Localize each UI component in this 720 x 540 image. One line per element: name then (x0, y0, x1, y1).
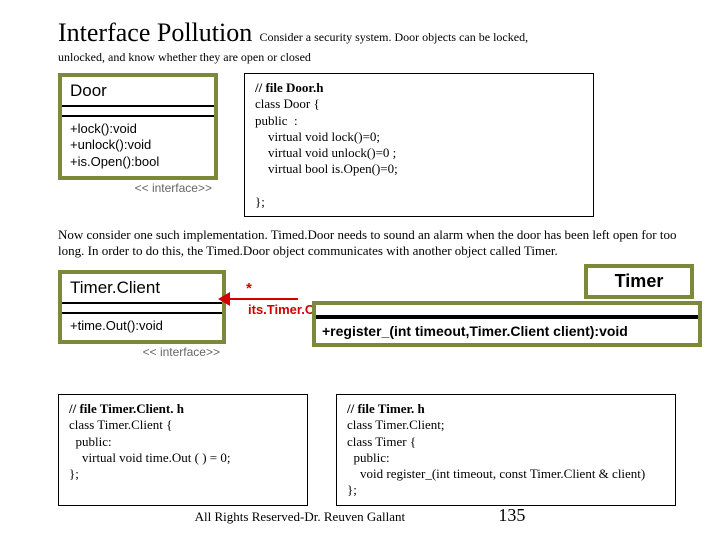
heading-block: Interface Pollution Consider a security … (58, 18, 682, 65)
uml-door-stereotype: << interface>> (58, 181, 218, 195)
uml-timer: Timer +register_(int timeout,Timer.Clien… (312, 264, 702, 347)
uml-timer-client: Timer.Client +time.Out():void << interfa… (58, 270, 226, 359)
subtitle-line2: unlocked, and know whether they are open… (58, 50, 682, 65)
association-multiplicity: * (246, 280, 252, 297)
row-door: Door +lock():void +unlock():void +is.Ope… (58, 73, 682, 217)
row-code-bottom: // file Timer.Client. h class Timer.Clie… (58, 394, 682, 506)
code-door-header: // file Door.h (255, 80, 324, 95)
code-timer-header: // file Timer. h (347, 401, 425, 416)
uml-door-ops: +lock():void +unlock():void +is.Open():b… (62, 117, 214, 176)
uml-timer-name: Timer (584, 264, 694, 299)
code-timer: // file Timer. h class Timer.Client; cla… (336, 394, 676, 506)
paragraph-timed-door: Now consider one such implementation. Ti… (58, 227, 682, 258)
code-door: // file Door.h class Door { public : vir… (244, 73, 594, 217)
code-door-body: class Door { public : virtual void lock(… (255, 96, 398, 209)
page-number: 135 (498, 505, 525, 526)
footer-text: All Rights Reserved-Dr. Reuven Gallant (195, 509, 406, 524)
uml-door-name: Door (62, 77, 214, 107)
uml-tc-stereotype: << interface>> (58, 345, 226, 359)
footer: All Rights Reserved-Dr. Reuven Gallant 1… (0, 505, 720, 526)
code-timer-body: class Timer.Client; class Timer { public… (347, 417, 645, 497)
uml-timer-attrs (316, 305, 698, 317)
association-arrow-icon (218, 292, 230, 306)
uml-tc-name: Timer.Client (62, 274, 222, 304)
page-title: Interface Pollution (58, 18, 252, 47)
subtitle-inline: Consider a security system. Door objects… (259, 30, 528, 44)
code-timer-client: // file Timer.Client. h class Timer.Clie… (58, 394, 308, 506)
uml-door: Door +lock():void +unlock():void +is.Ope… (58, 73, 218, 217)
uml-tc-ops: +time.Out():void (62, 314, 222, 340)
code-tc-header: // file Timer.Client. h (69, 401, 184, 416)
uml-tc-attrs (62, 304, 222, 314)
association-line (226, 298, 298, 300)
uml-timer-ops: +register_(int timeout,Timer.Client clie… (316, 317, 698, 343)
uml-door-attrs (62, 107, 214, 117)
slide-body: Interface Pollution Consider a security … (0, 0, 720, 506)
row-timer-uml: Timer.Client +time.Out():void << interfa… (58, 264, 682, 376)
code-tc-body: class Timer.Client { public: virtual voi… (69, 417, 231, 481)
